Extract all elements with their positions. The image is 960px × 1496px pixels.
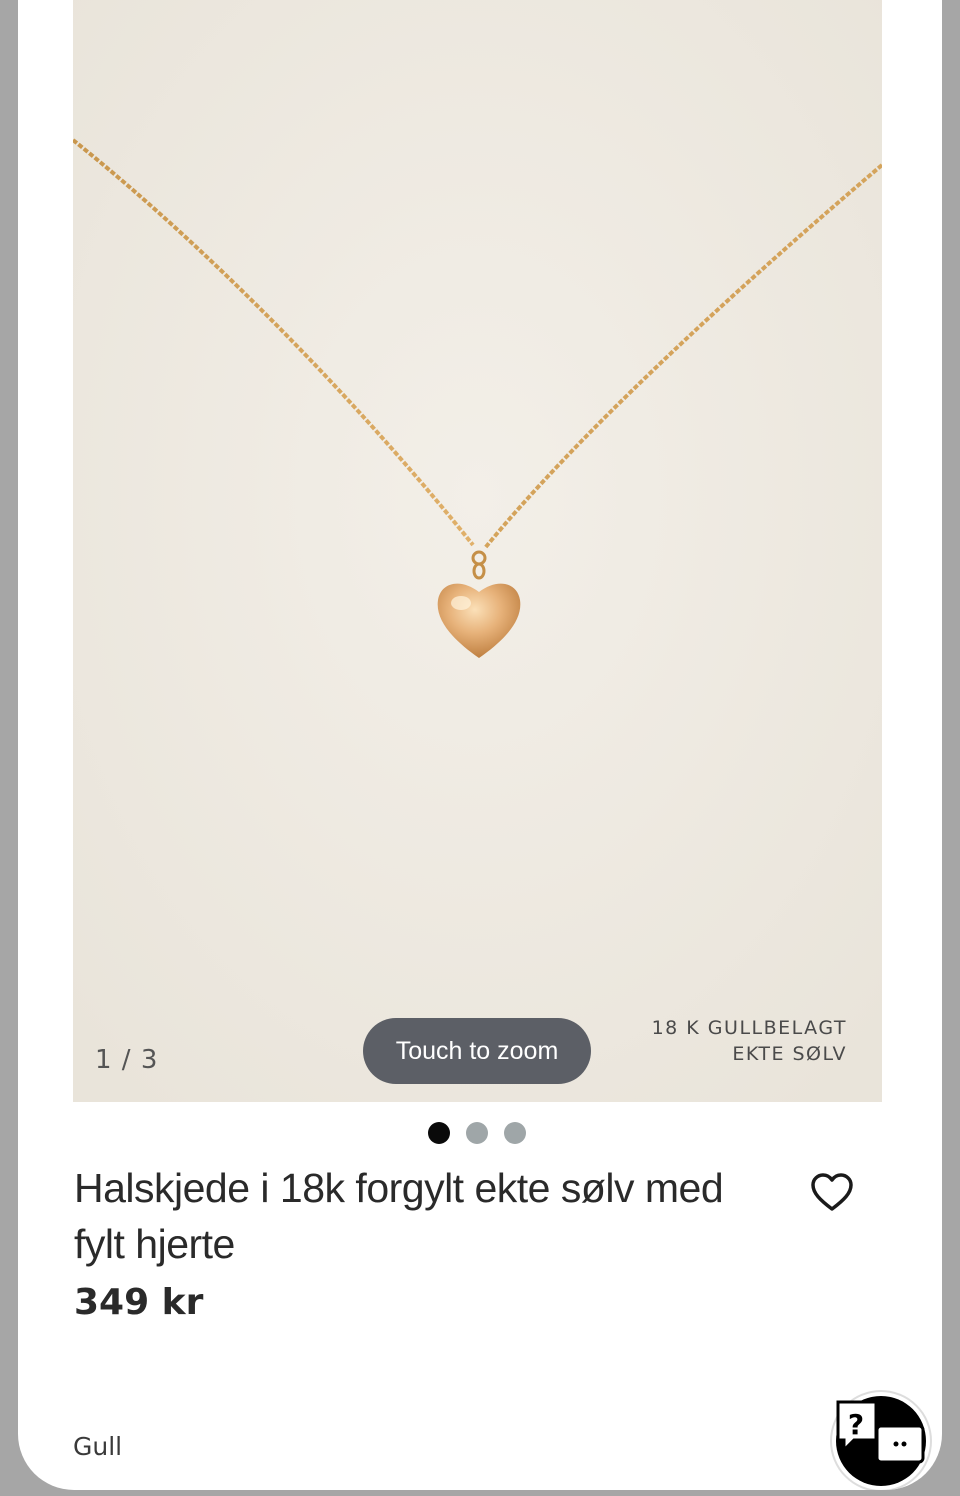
- chat-question-icon: ?: [836, 1396, 926, 1486]
- necklace-image[interactable]: [73, 0, 882, 1102]
- carousel-dot-2[interactable]: [466, 1122, 488, 1144]
- product-title: Halskjede i 18k forgylt ekte sølv med fy…: [74, 1165, 724, 1267]
- touch-to-zoom-hint[interactable]: Touch to zoom: [363, 1018, 591, 1084]
- image-counter: 1 / 3: [95, 1045, 159, 1075]
- help-chat-button[interactable]: ?: [832, 1392, 930, 1490]
- carousel-dot-3[interactable]: [504, 1122, 526, 1144]
- product-price: 349 kr: [74, 1282, 204, 1323]
- heart-outline-icon: [811, 1173, 853, 1211]
- carousel-dots: [428, 1122, 526, 1144]
- badge-line-1: 18 K GULLBELAGT: [651, 1017, 847, 1039]
- favorite-button[interactable]: [808, 1168, 856, 1216]
- material-badge: 18 K GULLBELAGT EKTE SØLV: [652, 1015, 847, 1067]
- svg-text:?: ?: [848, 1408, 864, 1441]
- product-sheet: 1 / 3 Touch to zoom 18 K GULLBELAGT EKTE…: [18, 0, 942, 1490]
- badge-line-2: EKTE SØLV: [732, 1043, 847, 1065]
- carousel-dot-1[interactable]: [428, 1122, 450, 1144]
- product-image-gallery[interactable]: 1 / 3 Touch to zoom 18 K GULLBELAGT EKTE…: [73, 0, 882, 1102]
- color-name: Gull: [73, 1432, 123, 1461]
